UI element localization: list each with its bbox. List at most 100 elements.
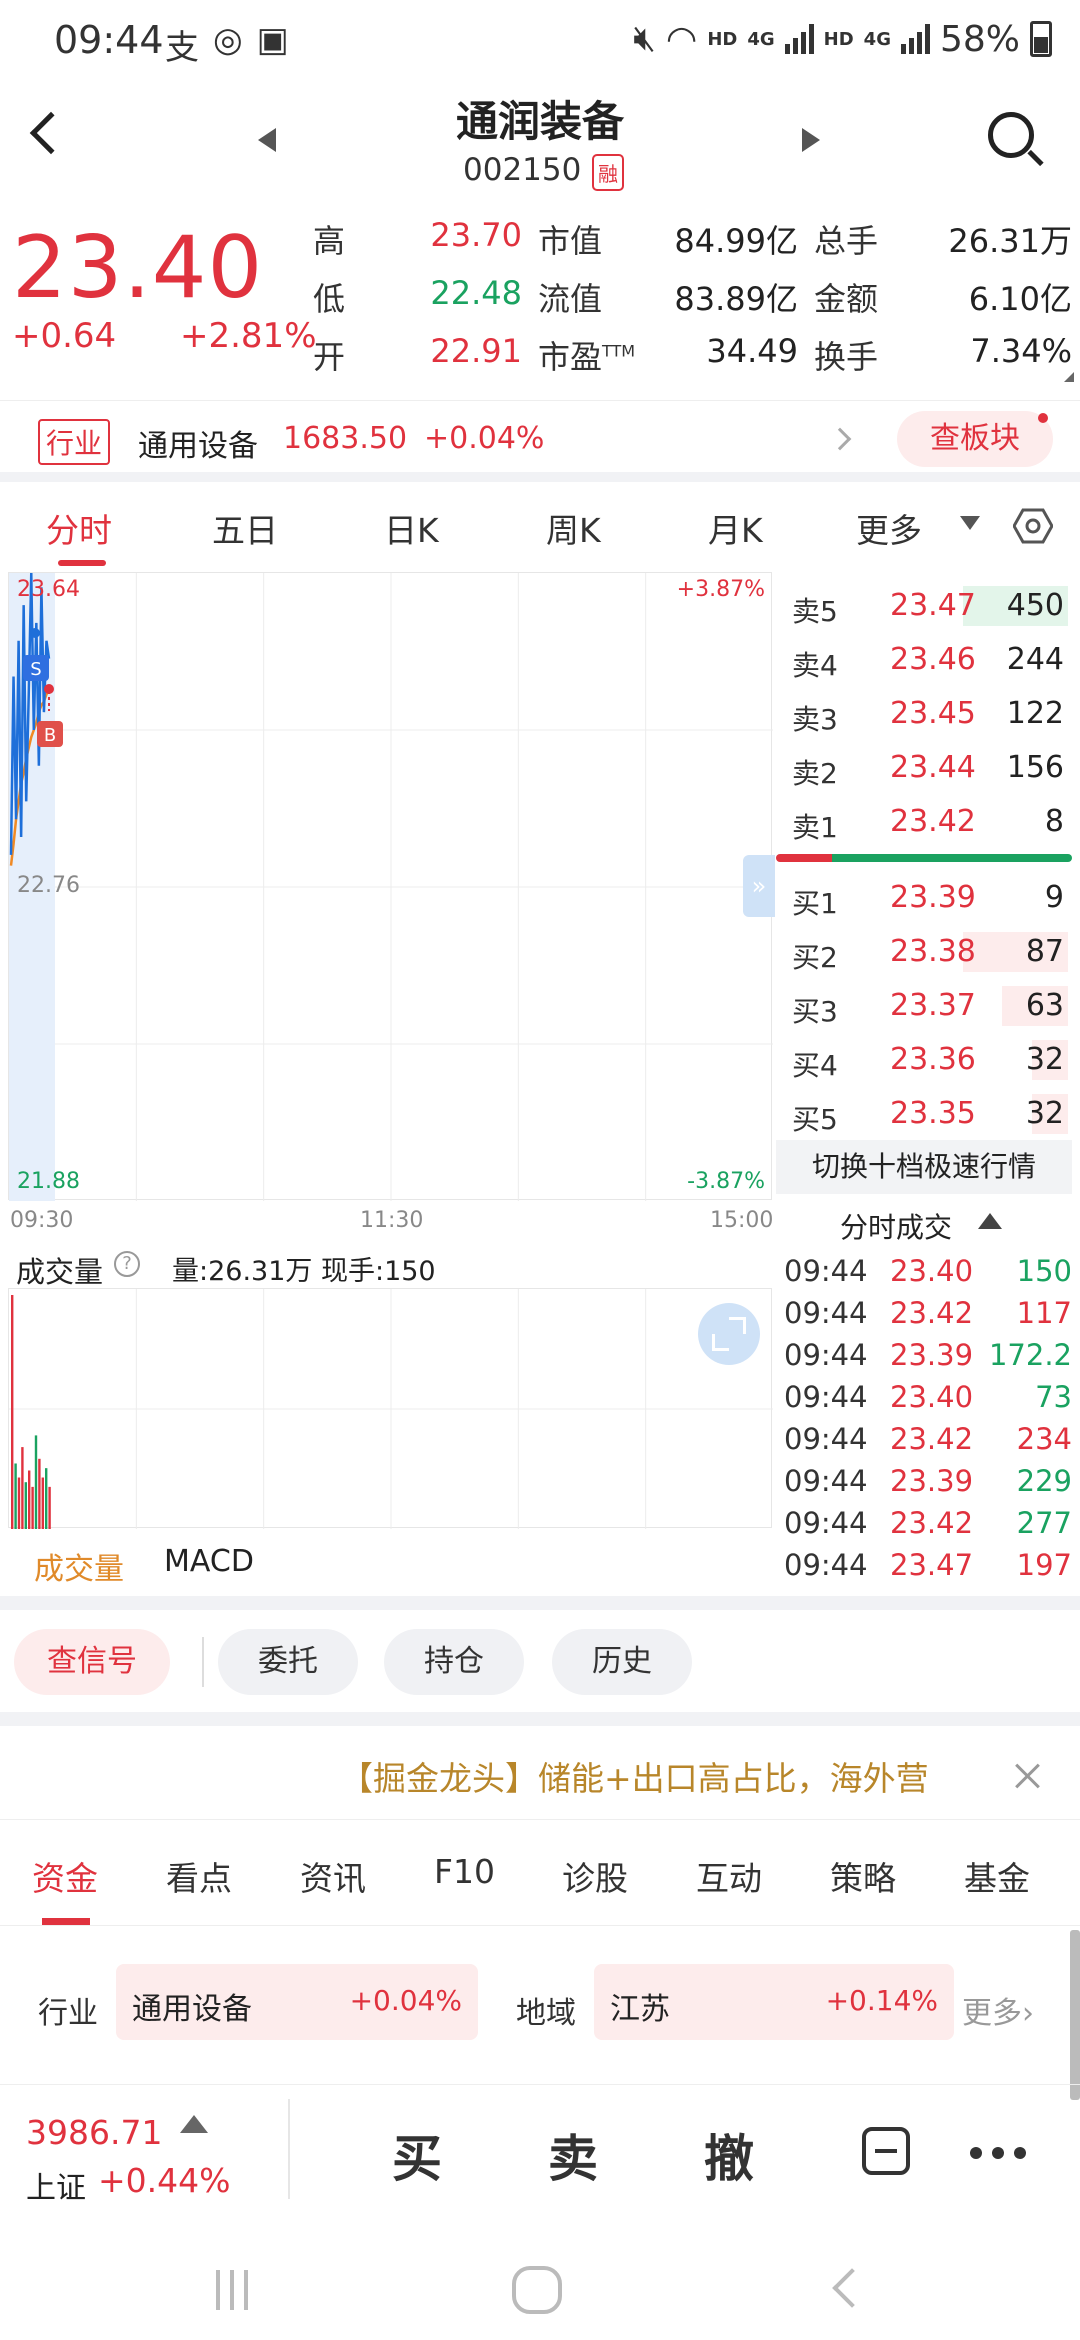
- expand-corner-icon[interactable]: [1064, 372, 1074, 382]
- level-volume: 156: [1006, 750, 1064, 785]
- help-icon[interactable]: ?: [114, 1251, 140, 1277]
- scrollbar[interactable]: [1070, 1930, 1080, 2100]
- x-mid-label: 11:30: [360, 1208, 424, 1233]
- time-sales-list[interactable]: 09:44 23.40 150 09:44 23.42 117 09:44 23.39 172.…: [776, 1250, 1076, 1595]
- tick-volume: 234: [1016, 1422, 1072, 1456]
- industry-label: 行业: [38, 1996, 98, 2031]
- region-chip-name: 江苏: [610, 1992, 670, 2027]
- bid-row[interactable]: 买3 23.37 63: [776, 978, 1076, 1032]
- volume-bar: [28, 1470, 31, 1529]
- ask-row[interactable]: 卖4 23.46 244: [776, 632, 1076, 686]
- order-book: 卖5 23.47 450 卖4 23.46 244 卖3 23.45 122 卖2 23.44 156…: [776, 578, 1076, 1140]
- ask-row[interactable]: 卖3 23.45 122: [776, 686, 1076, 740]
- ask-row[interactable]: 卖5 23.47 450: [776, 578, 1076, 632]
- float-value: 83.89亿: [674, 280, 798, 318]
- bid-row[interactable]: 买4 23.36 32: [776, 1032, 1076, 1086]
- check-signal-button[interactable]: 查信号: [14, 1629, 170, 1695]
- alipay-icon: 支: [165, 28, 199, 68]
- turnover-label: 换手: [814, 338, 879, 376]
- history-button[interactable]: 历史: [552, 1629, 692, 1695]
- ask-row[interactable]: 卖1 23.42 8: [776, 794, 1076, 848]
- tick-price: 23.42: [890, 1296, 974, 1330]
- tick-price: 23.39: [890, 1338, 974, 1372]
- more-link[interactable]: 更多›: [962, 1988, 1034, 2032]
- industry-row[interactable]: 行业 通用设备 1683.50 +0.04% 查板块: [0, 400, 1080, 474]
- info-tab[interactable]: 策略: [830, 1852, 896, 1900]
- news-banner[interactable]: 【掘金龙头】储能+出口高占比，海外营: [0, 1730, 1080, 1820]
- tab-weekly-k[interactable]: 周K: [546, 504, 601, 552]
- industry-chip[interactable]: 通用设备 +0.04%: [116, 1964, 478, 2040]
- bid-row[interactable]: 买1 23.39 9: [776, 870, 1076, 924]
- tick-time: 09:44: [784, 1506, 868, 1540]
- tab-monthly-k[interactable]: 月K: [708, 504, 763, 552]
- search-icon[interactable]: [988, 112, 1034, 158]
- level-price: 23.35: [890, 1096, 976, 1131]
- fullscreen-icon[interactable]: [698, 1303, 760, 1365]
- index-value[interactable]: 3986.71: [26, 2113, 162, 2152]
- time-sales-title[interactable]: 分时成交: [840, 1206, 952, 1246]
- recents-icon[interactable]: [216, 2270, 248, 2310]
- info-tab[interactable]: 资金: [32, 1852, 98, 1900]
- index-expand-icon[interactable]: [180, 2115, 208, 2133]
- more-options-icon[interactable]: [970, 2147, 1026, 2159]
- tab-intraday[interactable]: 分时: [46, 504, 112, 552]
- stock-name: 通润装备: [455, 97, 624, 146]
- nav-back-icon[interactable]: [832, 2268, 872, 2308]
- cancel-order-button[interactable]: 撤: [704, 2119, 754, 2191]
- high-value: 23.70: [430, 216, 522, 254]
- dropdown-icon[interactable]: [960, 516, 980, 530]
- collapse-panel-button[interactable]: »: [743, 855, 775, 917]
- tick-volume: 197: [1016, 1548, 1072, 1582]
- pe-label-text: 市盈: [538, 338, 603, 376]
- close-icon[interactable]: [1012, 1760, 1044, 1792]
- news-text[interactable]: 【掘金龙头】储能+出口高占比，海外营: [340, 1752, 946, 1800]
- indicator-volume-tab[interactable]: 成交量: [34, 1544, 124, 1588]
- next-stock-icon[interactable]: [802, 128, 820, 152]
- tick-volume: 277: [1016, 1506, 1072, 1540]
- commission-button[interactable]: 委托: [218, 1629, 358, 1695]
- info-tab[interactable]: 互动: [696, 1852, 762, 1900]
- amount-value: 6.10亿: [968, 280, 1072, 318]
- info-tab[interactable]: 诊股: [562, 1852, 628, 1900]
- amount-label: 金额: [814, 280, 879, 318]
- home-icon[interactable]: [512, 2266, 562, 2314]
- settings-hex-icon[interactable]: [1013, 506, 1053, 546]
- price-change: +0.64: [12, 316, 117, 356]
- intraday-chart[interactable]: SB 23.64 +3.87% 22.76 21.88 -3.87%: [8, 572, 773, 1201]
- info-tab[interactable]: 看点: [166, 1852, 232, 1900]
- network-label: 4G: [747, 28, 775, 50]
- minimize-icon[interactable]: [862, 2127, 910, 2175]
- info-tab[interactable]: F10: [434, 1852, 495, 1891]
- tab-daily-k[interactable]: 日K: [384, 504, 439, 552]
- position-button[interactable]: 持仓: [384, 1629, 524, 1695]
- switch-ten-level-button[interactable]: 切换十档极速行情: [776, 1140, 1072, 1194]
- indicator-macd-tab[interactable]: MACD: [164, 1544, 254, 1579]
- sell-button[interactable]: 卖: [548, 2119, 598, 2191]
- system-nav-bar: [0, 2240, 1080, 2340]
- view-sector-button[interactable]: 查板块: [897, 411, 1053, 467]
- sort-up-icon[interactable]: [978, 1213, 1002, 1229]
- network-label-2: 4G: [863, 28, 891, 50]
- y-low-label: 21.88: [17, 1169, 80, 1194]
- level-price: 23.38: [890, 934, 976, 969]
- volume-chart[interactable]: [8, 1288, 773, 1529]
- bid-row[interactable]: 买2 23.38 87: [776, 924, 1076, 978]
- level-price: 23.44: [890, 750, 976, 785]
- tab-more[interactable]: 更多: [856, 504, 922, 552]
- signal-icon-2: [900, 24, 930, 54]
- region-chip[interactable]: 江苏 +0.14%: [594, 1964, 954, 2040]
- tab-five-day[interactable]: 五日: [212, 504, 278, 552]
- ask-row[interactable]: 卖2 23.44 156: [776, 740, 1076, 794]
- industry-name: 通用设备: [138, 429, 258, 464]
- bid-row[interactable]: 买5 23.35 32: [776, 1086, 1076, 1140]
- region-chip-change: +0.14%: [825, 1984, 938, 2017]
- action-pills: 查信号 委托 持仓 历史: [0, 1625, 1080, 1717]
- level-label: 买2: [792, 941, 838, 974]
- info-tab[interactable]: 资讯: [300, 1852, 366, 1900]
- info-tab[interactable]: 基金: [964, 1852, 1030, 1900]
- bid-list: 买1 23.39 9 买2 23.38 87 买3 23.37 63 买4 23.36 32 买5 23.…: [776, 870, 1076, 1140]
- level-label: 买4: [792, 1049, 838, 1082]
- buy-button[interactable]: 买: [392, 2119, 442, 2191]
- industry-index: 1683.50: [283, 421, 408, 456]
- wifi-icon: ◠: [665, 18, 698, 60]
